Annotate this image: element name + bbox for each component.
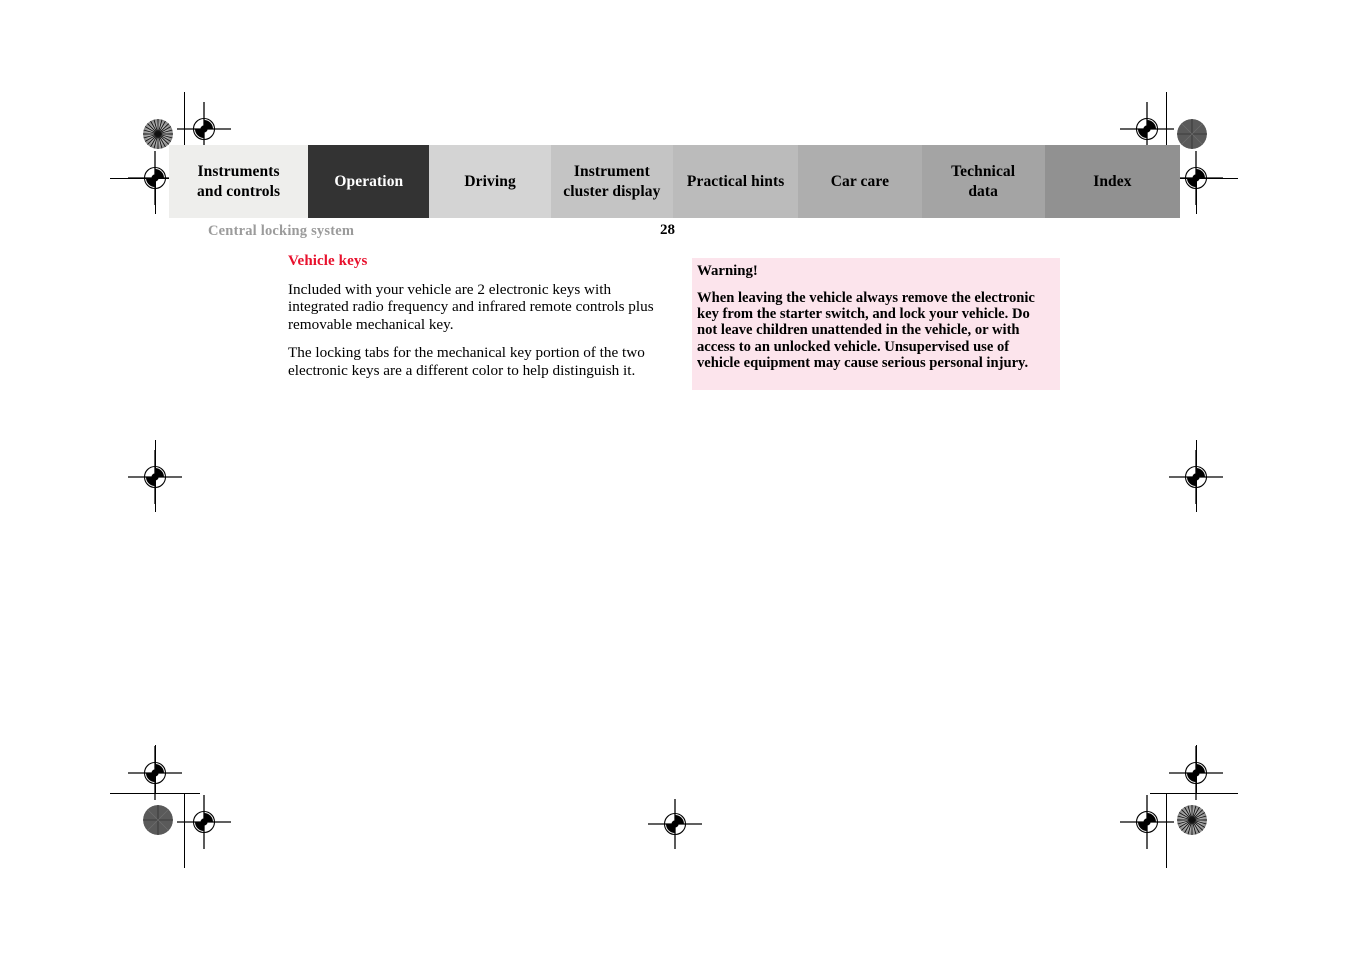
registration-mark-bottom-left-upper [128, 746, 182, 800]
tab-label-line2: and controls [197, 182, 281, 200]
solid-target-top-right [1177, 119, 1207, 149]
tab-instrument-cluster-display[interactable]: Instrument cluster display [550, 145, 674, 218]
tab-operation[interactable]: Operation [308, 145, 430, 218]
tab-label-line1: Technical [951, 163, 1016, 181]
main-text-column: Vehicle keys Included with your vehicle … [288, 253, 658, 379]
tab-label-line1: Instruments [197, 163, 280, 181]
tab-label-line1: Practical hints [686, 172, 785, 190]
tab-technical-data[interactable]: Technical data [921, 145, 1045, 218]
crop-line-middle-right-vertical [1196, 440, 1197, 512]
registration-mark-bottom-center [648, 797, 702, 851]
tab-label-line1: Driving [464, 172, 516, 190]
registration-mark-bottom-right-upper [1169, 746, 1223, 800]
star-target-bottom-right [1177, 805, 1207, 835]
tab-practical-hints[interactable]: Practical hints [673, 145, 799, 218]
crop-line-middle-left-vertical [155, 440, 156, 512]
tab-label-line1: Instrument [573, 163, 650, 181]
section-heading-vehicle-keys: Vehicle keys [288, 253, 368, 269]
warning-box: Warning! When leaving the vehicle always… [692, 258, 1060, 390]
registration-mark-bottom-right-lower [1120, 795, 1174, 849]
tab-label-line2: data [968, 182, 998, 200]
body-paragraph-2: The locking tabs for the mechanical key … [288, 344, 645, 379]
tab-index[interactable]: Index [1044, 145, 1180, 218]
tab-label-line1: Car care [830, 172, 890, 190]
solid-target-bottom-left [143, 805, 173, 835]
chapter-tab-bar: Instruments and controls Operation Drivi… [169, 145, 1180, 218]
tab-label-line1: Operation [334, 172, 404, 190]
tab-driving[interactable]: Driving [429, 145, 551, 218]
tab-car-care[interactable]: Car care [798, 145, 922, 218]
tab-label-line1: Index [1093, 172, 1132, 190]
body-paragraph-1: Included with your vehicle are 2 electro… [288, 281, 654, 333]
warning-title: Warning! [697, 263, 758, 279]
tab-instruments-and-controls[interactable]: Instruments and controls [169, 145, 309, 218]
registration-mark-bottom-left-lower [177, 795, 231, 849]
page-number: 28 [660, 222, 675, 238]
warning-body-text: When leaving the vehicle always remove t… [697, 290, 1035, 371]
tab-label-line2: cluster display [563, 182, 661, 200]
